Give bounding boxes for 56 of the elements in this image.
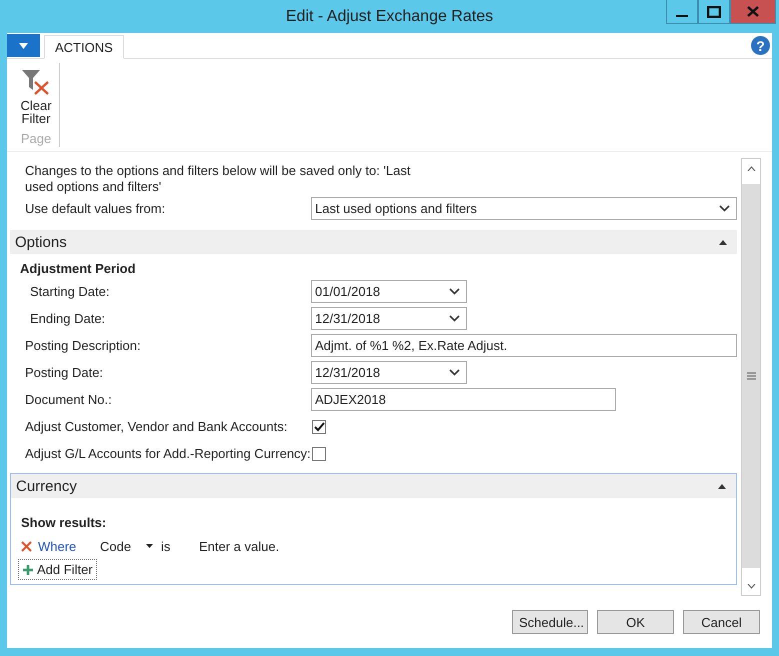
- menu-dropdown-button[interactable]: [7, 34, 40, 57]
- field-label: Posting Description:: [25, 338, 142, 353]
- date-dropdown[interactable]: 01/01/2018: [311, 280, 467, 303]
- field-label: Ending Date:: [29, 311, 106, 326]
- help-button[interactable]: ?: [751, 36, 770, 55]
- window-title: Edit - Adjust Exchange Rates: [286, 8, 494, 26]
- collapse-icon: [718, 484, 726, 488]
- scrollbar[interactable]: [741, 158, 761, 596]
- input-field[interactable]: Adjmt. of %1 %2, Ex.Rate Adjust.: [311, 334, 737, 357]
- filter-field: Code: [100, 538, 146, 554]
- date-dropdown[interactable]: 12/31/2018: [311, 361, 467, 384]
- close-button[interactable]: [730, 0, 776, 24]
- checkbox[interactable]: [312, 420, 326, 434]
- field-label: Posting Date:: [25, 365, 104, 380]
- default-values-dropdown[interactable]: Last used options and filters: [311, 197, 737, 220]
- section-title: Currency: [16, 478, 77, 494]
- dialog-button[interactable]: Schedule...: [512, 610, 588, 634]
- field-label: Starting Date:: [29, 284, 110, 299]
- ribbon-tab[interactable]: ACTIONS: [44, 35, 124, 59]
- scroll-up-icon: [746, 166, 756, 170]
- where-link[interactable]: Where: [38, 538, 100, 554]
- currency-section-header[interactable]: Currency: [11, 474, 736, 498]
- plus-icon: [22, 564, 34, 576]
- dialog-button[interactable]: OK: [597, 610, 674, 634]
- chevron-down-icon: [449, 369, 460, 376]
- close-icon: [747, 6, 759, 17]
- chevron-down-icon: [449, 288, 460, 295]
- remove-icon[interactable]: [21, 540, 32, 552]
- checkbox[interactable]: [312, 446, 326, 460]
- input-field[interactable]: ADJEX2018: [311, 388, 616, 411]
- show-results-label: Show results:: [20, 514, 108, 532]
- group-label: Page: [20, 131, 52, 146]
- filter-operator: is: [161, 538, 172, 554]
- maximize-button[interactable]: [698, 0, 730, 24]
- section-title: Options: [15, 234, 67, 250]
- field-label: Document No.:: [25, 392, 113, 407]
- scroll-down-icon: [746, 584, 756, 588]
- notice-text: Changes to the options and filters below will be saved only to: 'Last used options and filters': [25, 163, 412, 195]
- options-section-header[interactable]: Options: [10, 230, 737, 254]
- subheading: Adjustment Period: [19, 260, 137, 278]
- chevron-down-icon: [449, 315, 460, 322]
- field-label: Adjust Customer, Vendor and Bank Accounts:: [25, 419, 288, 434]
- add-filter-button[interactable]: Add Filter: [18, 559, 97, 580]
- dialog-button[interactable]: Cancel: [683, 610, 760, 634]
- grip-icon: [746, 372, 756, 380]
- caret-icon: [146, 544, 153, 548]
- clear-filter-button[interactable]: Clear Filter: [19, 67, 53, 125]
- date-dropdown[interactable]: 12/31/2018: [311, 307, 467, 330]
- caret-down-icon: [19, 42, 28, 48]
- field-label: Use default values from:: [25, 201, 166, 216]
- minimize-button[interactable]: [666, 0, 698, 24]
- collapse-icon: [719, 240, 727, 244]
- field-label: Adjust G/L Accounts for Add.-Reporting Currency:: [25, 446, 311, 461]
- chevron-down-icon: [719, 205, 730, 212]
- maximize-icon: [707, 6, 721, 18]
- minimize-icon: [676, 14, 688, 16]
